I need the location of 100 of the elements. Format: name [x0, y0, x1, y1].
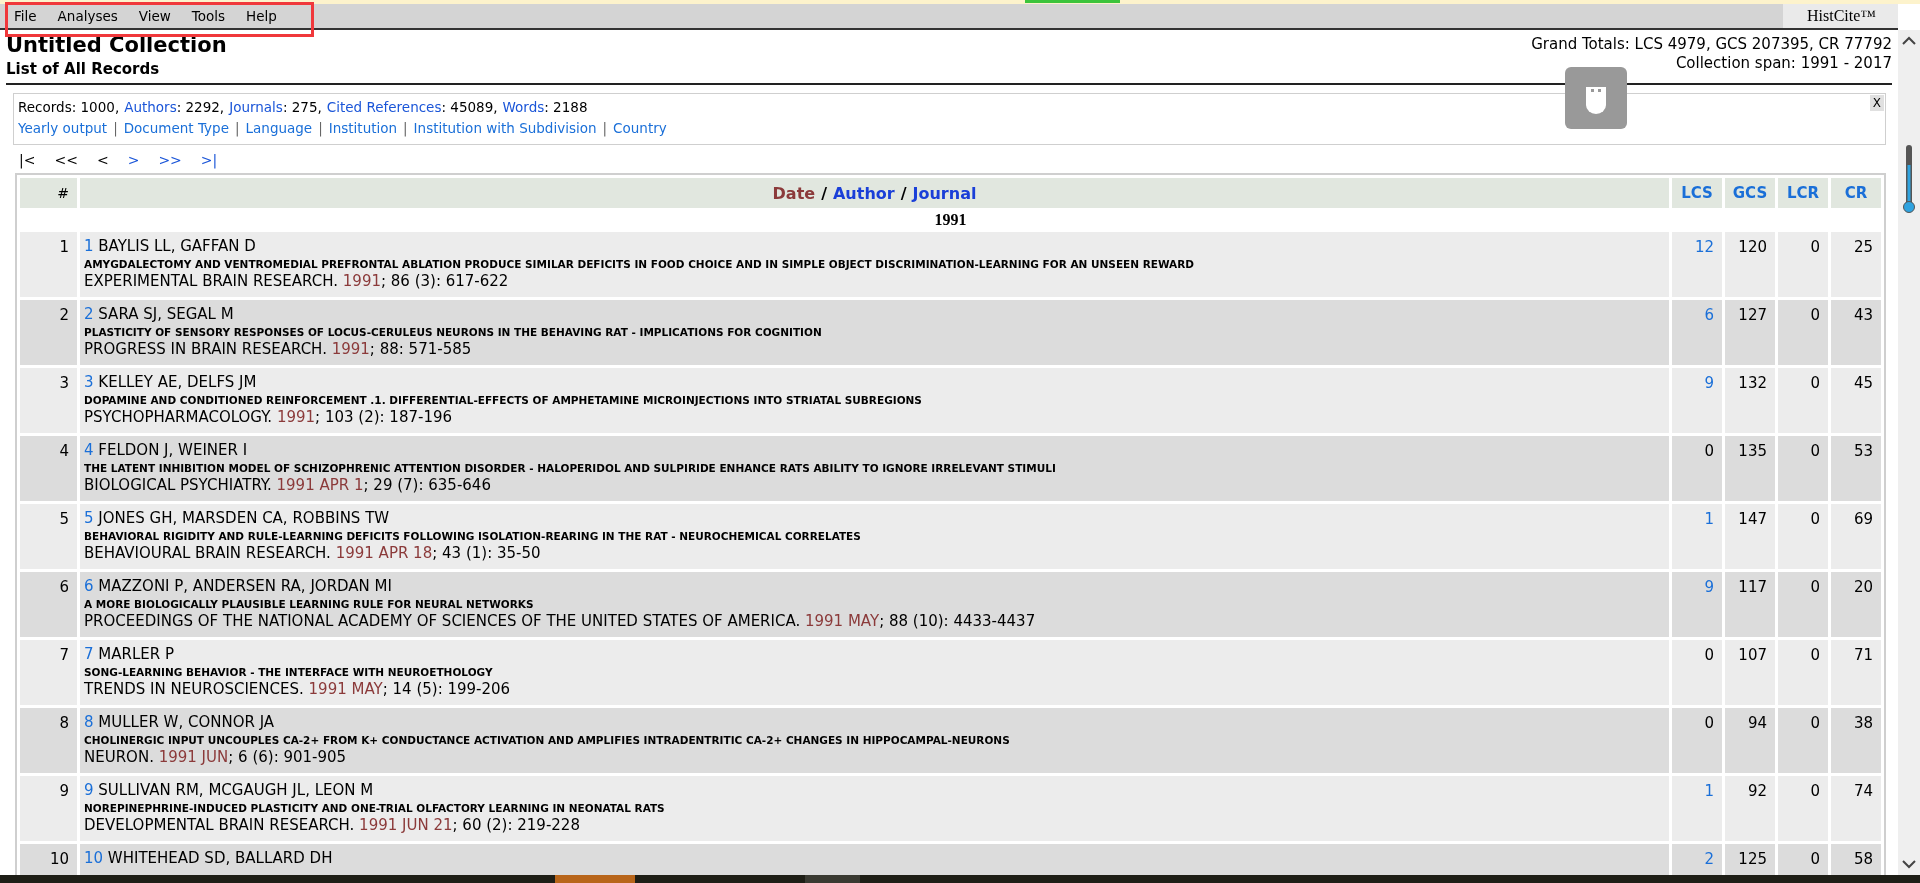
- record-title: NOREPINEPHRINE-INDUCED PLASTICITY AND ONE-TRIAL OLFACTORY LEARNING IN NEONATAL RATS: [84, 801, 666, 816]
- row-number: 5: [20, 504, 77, 569]
- stat-link[interactable]: Cited References: [326, 99, 442, 115]
- column-header: #: [20, 178, 77, 208]
- separator: /: [900, 183, 907, 203]
- view-link[interactable]: Document Type: [123, 120, 229, 136]
- view-link[interactable]: Institution with Subdivision: [413, 120, 597, 136]
- separator: |: [403, 120, 408, 136]
- column-header[interactable]: LCR: [1778, 178, 1828, 208]
- lcs-value[interactable]: 2: [1704, 850, 1714, 868]
- lcs-value[interactable]: 1: [1704, 782, 1714, 800]
- row-number: 1: [20, 232, 77, 297]
- pager-link[interactable]: <<: [54, 151, 78, 169]
- lcs-value[interactable]: 6: [1704, 306, 1714, 324]
- gcs-value: 94: [1725, 708, 1775, 773]
- record-authors: 2 SARA SJ, SEGAL M: [84, 305, 235, 324]
- record-authors: 3 KELLEY AE, DELFS JM: [84, 373, 258, 392]
- gcs-value: 147: [1725, 504, 1775, 569]
- record-authors: 5 JONES GH, MARSDEN CA, ROBBINS TW: [84, 509, 391, 528]
- pager-link[interactable]: |<: [19, 151, 36, 169]
- record-authors: 8 MULLER W, CONNOR JA: [84, 713, 276, 732]
- column-header[interactable]: LCS: [1672, 178, 1722, 208]
- grand-totals: Grand Totals: LCS 4979, GCS 207395, CR 77792: [1531, 35, 1892, 54]
- gcs-value: 127: [1725, 300, 1775, 365]
- year-group-header: 1991: [933, 211, 968, 229]
- record-title: CHOLINERGIC INPUT UNCOUPLES CA-2+ FROM K+ CONDUCTANCE ACTIVATION AND AMPLIFIES INTRADENTRITIC CA-2+ CHANGES IN HIPPOCAMPAL-NEURONS: [84, 733, 1011, 748]
- stat-label: Records: [18, 99, 72, 115]
- menu-item[interactable]: Analyses: [57, 8, 118, 24]
- lcr-value: 0: [1778, 368, 1828, 433]
- row-number: 2: [20, 300, 77, 365]
- collection-title: Untitled Collection: [6, 32, 227, 58]
- row-number: 4: [20, 436, 77, 501]
- record-title: BEHAVIORAL RIGIDITY AND RULE-LEARNING DEFICITS FOLLOWING ISOLATION-REARING IN THE RAT - NEUROCHEMICAL CORRELATES: [84, 529, 862, 544]
- cr-value: 43: [1831, 300, 1881, 365]
- column-header[interactable]: CR: [1831, 178, 1881, 208]
- view-link[interactable]: Yearly output: [18, 120, 108, 136]
- lcs-value[interactable]: 9: [1704, 374, 1714, 392]
- lcs-value[interactable]: 9: [1704, 578, 1714, 596]
- record-authors: 10 WHITEHEAD SD, BALLARD DH: [84, 849, 334, 868]
- list-title: List of All Records: [6, 59, 161, 80]
- sort-link[interactable]: Journal: [912, 183, 977, 203]
- column-header[interactable]: GCS: [1725, 178, 1775, 208]
- stat-link[interactable]: Words: [502, 99, 545, 115]
- row-number: 6: [20, 572, 77, 637]
- cr-value: 71: [1831, 640, 1881, 705]
- collection-span: Collection span: 1991 - 2017: [1674, 54, 1892, 73]
- pager-link[interactable]: >>: [158, 151, 182, 169]
- stat-link[interactable]: Journals: [229, 99, 283, 115]
- pager-link[interactable]: >|: [200, 151, 218, 169]
- pager-link[interactable]: >: [127, 151, 140, 169]
- row-number: 7: [20, 640, 77, 705]
- record-source: EXPERIMENTAL BRAIN RESEARCH. 1991; 86 (3): 617-622: [84, 272, 510, 291]
- record-title: THE LATENT INHIBITION MODEL OF SCHIZOPHRENIC ATTENTION DISORDER - HALOPERIDOL AND SULPIRIDE ENHANCE RATS ABILITY TO IGNORE IRRELEVANT STIMULI: [84, 461, 1057, 476]
- view-link[interactable]: Country: [613, 120, 667, 136]
- lcr-value: 0: [1778, 300, 1828, 365]
- cr-value: 74: [1831, 776, 1881, 841]
- record-title: SONG-LEARNING BEHAVIOR - THE INTERFACE WITH NEUROETHOLOGY: [84, 665, 494, 680]
- lcs-value: 0: [1704, 646, 1714, 664]
- record-authors: 1 BAYLIS LL, GAFFAN D: [84, 237, 257, 256]
- lcs-value: 0: [1704, 714, 1714, 732]
- record-title: PLASTICITY OF SENSORY RESPONSES OF LOCUS-CERULEUS NEURONS IN THE BEHAVING RAT - IMPLICATIONS FOR COGNITION: [84, 325, 823, 340]
- cr-value: 38: [1831, 708, 1881, 773]
- lcs-value: 0: [1704, 442, 1714, 460]
- gcs-value: 132: [1725, 368, 1775, 433]
- stat-value: : 2188: [544, 99, 588, 115]
- lcr-value: 0: [1778, 232, 1828, 297]
- record-title: AMYGDALECTOMY AND VENTROMEDIAL PREFRONTAL ABLATION PRODUCE SIMILAR DEFICITS IN FOOD CHOICE AND IN SIMPLE OBJECT DISCRIMINATION-LEARNING FOR AN UNSEEN REWARD: [84, 257, 1195, 272]
- lcs-value[interactable]: 1: [1704, 510, 1714, 528]
- record-source: NEURON. 1991 JUN; 6 (6): 901-905: [84, 748, 348, 767]
- scroll-down-icon[interactable]: [1902, 860, 1916, 869]
- view-link[interactable]: Language: [245, 120, 313, 136]
- gcs-value: 120: [1725, 232, 1775, 297]
- cr-value: 25: [1831, 232, 1881, 297]
- sort-link[interactable]: Author: [833, 183, 895, 203]
- cr-value: 20: [1831, 572, 1881, 637]
- lcr-value: 0: [1778, 640, 1828, 705]
- lcr-value: 0: [1778, 572, 1828, 637]
- pager-link[interactable]: <: [96, 151, 109, 169]
- record-authors: 4 FELDON J, WEINER I: [84, 441, 249, 460]
- lcs-value[interactable]: 12: [1694, 238, 1714, 256]
- record-source: BEHAVIOURAL BRAIN RESEARCH. 1991 APR 18; 43 (1): 35-50: [84, 544, 542, 563]
- gcs-value: 92: [1725, 776, 1775, 841]
- record-source: TRENDS IN NEUROSCIENCES. 1991 MAY; 14 (5): 199-206: [84, 680, 512, 699]
- cr-value: 53: [1831, 436, 1881, 501]
- scrollbar-thumb[interactable]: [1903, 145, 1915, 215]
- menu-item[interactable]: View: [138, 8, 171, 24]
- stat-link[interactable]: Authors: [124, 99, 177, 115]
- view-link[interactable]: Institution: [328, 120, 398, 136]
- close-button[interactable]: X: [1869, 95, 1884, 111]
- menu-item[interactable]: Help: [246, 8, 277, 24]
- stat-value: : 2292,: [176, 99, 225, 115]
- menu-item[interactable]: Tools: [191, 8, 226, 24]
- stat-value: : 1000,: [71, 99, 120, 115]
- scroll-up-icon[interactable]: [1902, 36, 1916, 45]
- record-authors: 6 MAZZONI P, ANDERSEN RA, JORDAN MI: [84, 577, 393, 596]
- app-name: HistCite™: [1783, 4, 1898, 28]
- lcr-value: 0: [1778, 436, 1828, 501]
- scrollbar[interactable]: [1898, 30, 1920, 875]
- sort-link[interactable]: Date: [772, 183, 816, 203]
- menu-item[interactable]: File: [14, 8, 37, 24]
